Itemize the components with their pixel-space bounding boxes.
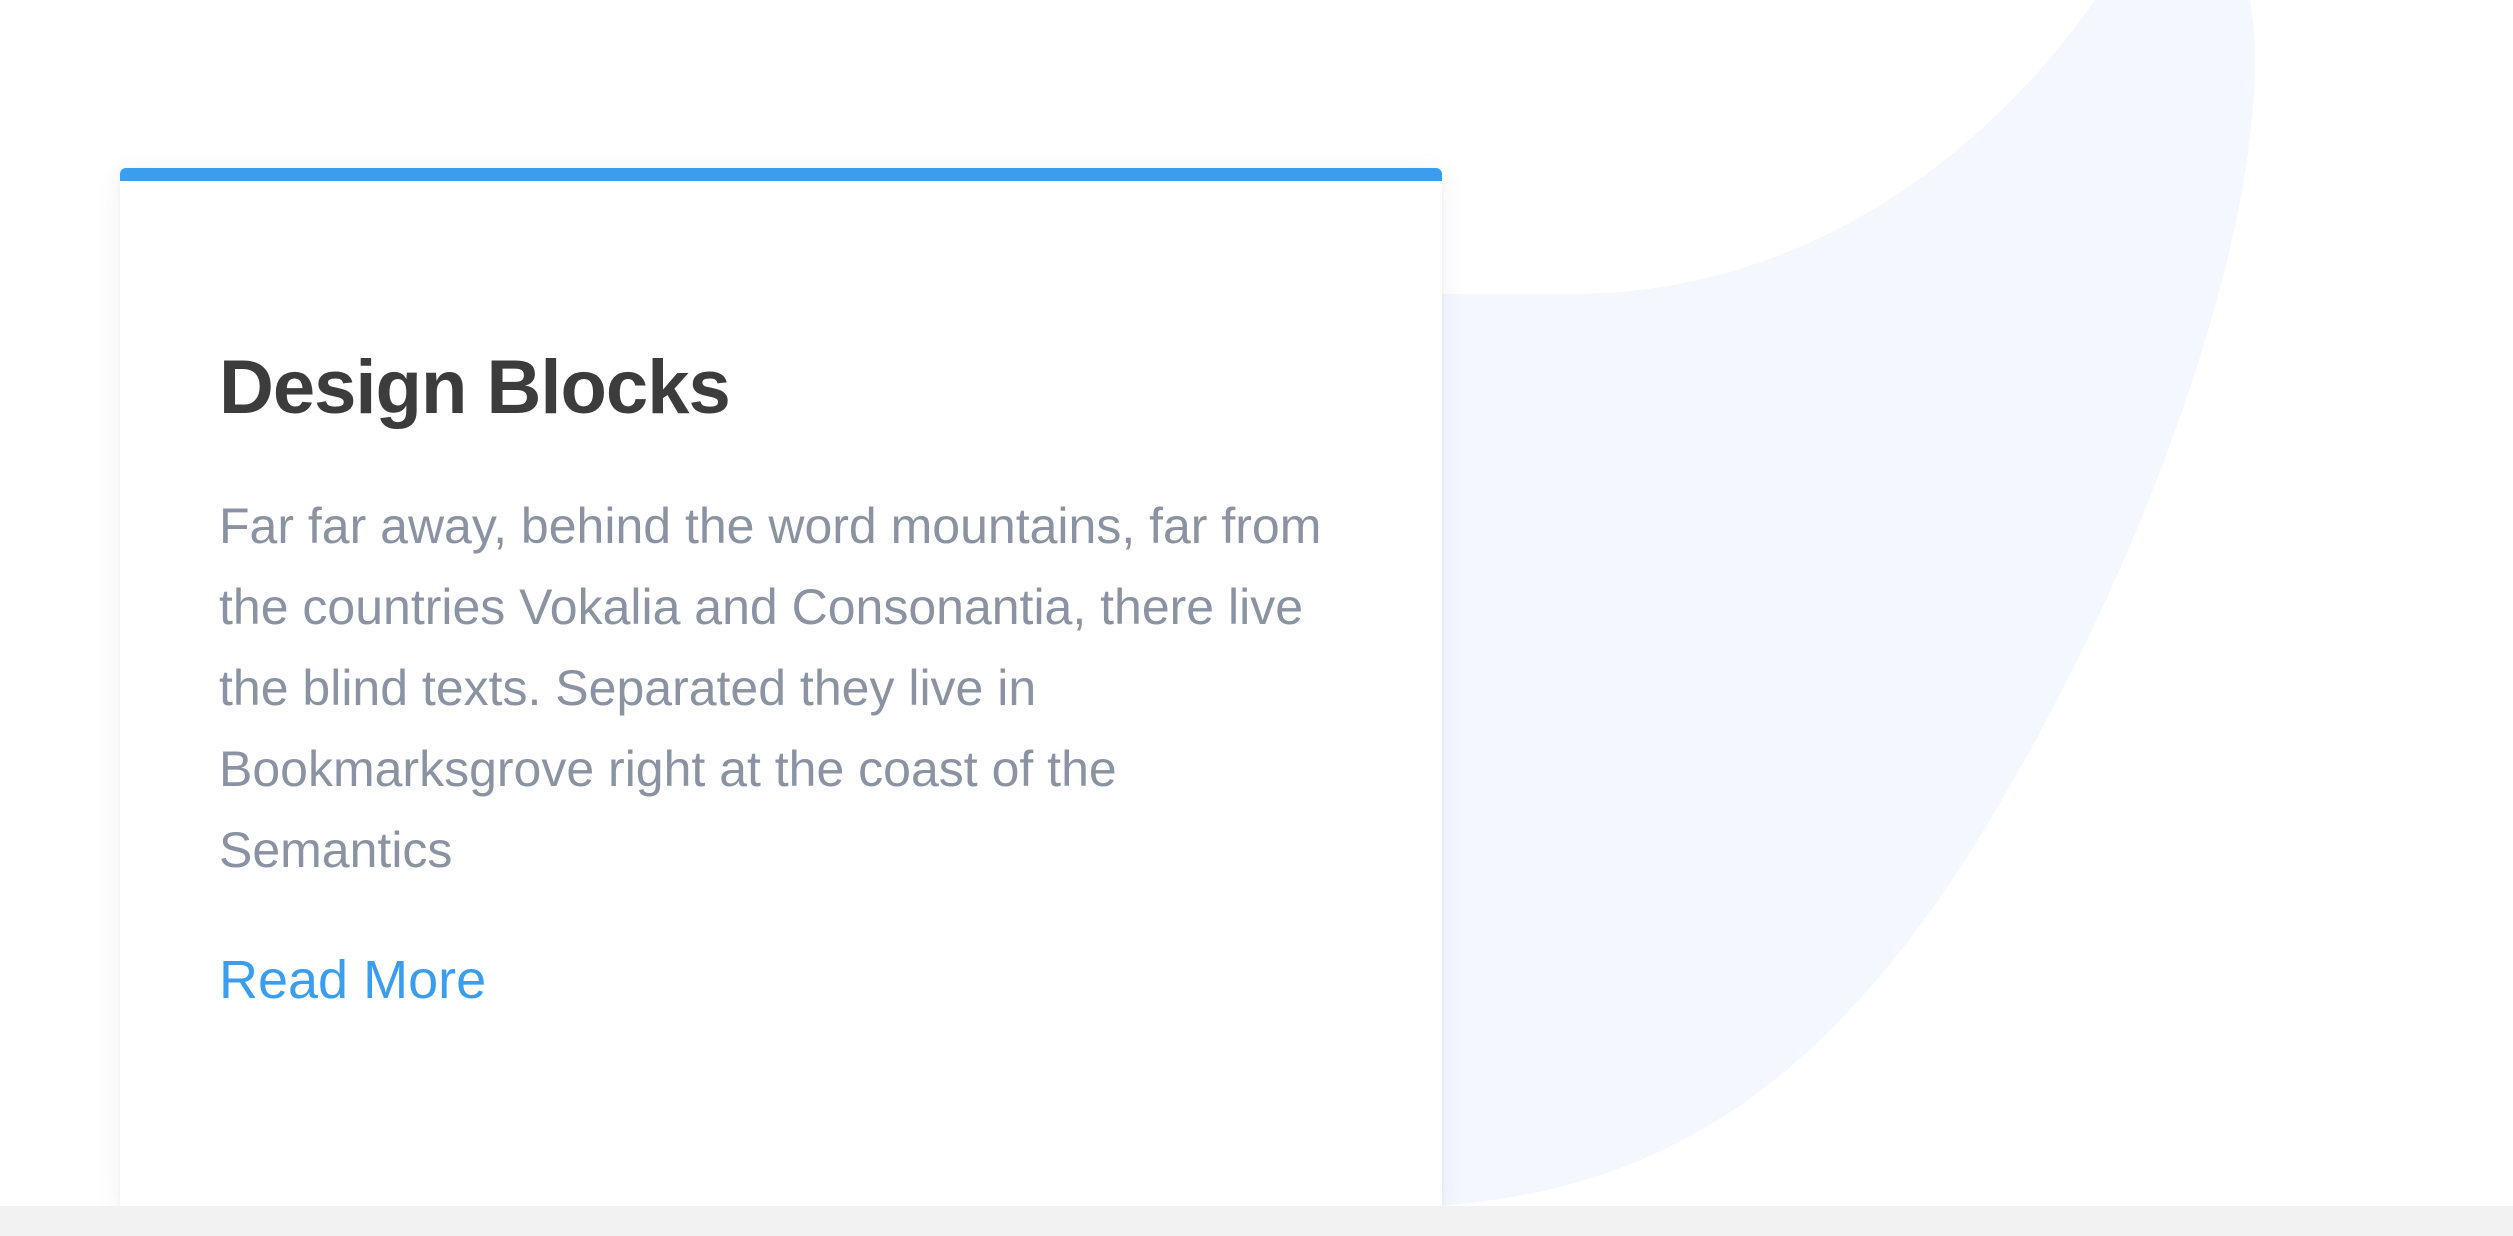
footer-strip: [0, 1206, 2513, 1236]
read-more-link[interactable]: Read More: [219, 948, 486, 1013]
page: Design Blocks Far far away, behind the w…: [0, 0, 2513, 1236]
feature-card: Design Blocks Far far away, behind the w…: [120, 168, 1442, 1206]
card-description: Far far away, behind the word mountains,…: [219, 498, 1322, 878]
card-title: Design Blocks: [219, 345, 731, 430]
card-accent-bar: [120, 168, 1442, 181]
